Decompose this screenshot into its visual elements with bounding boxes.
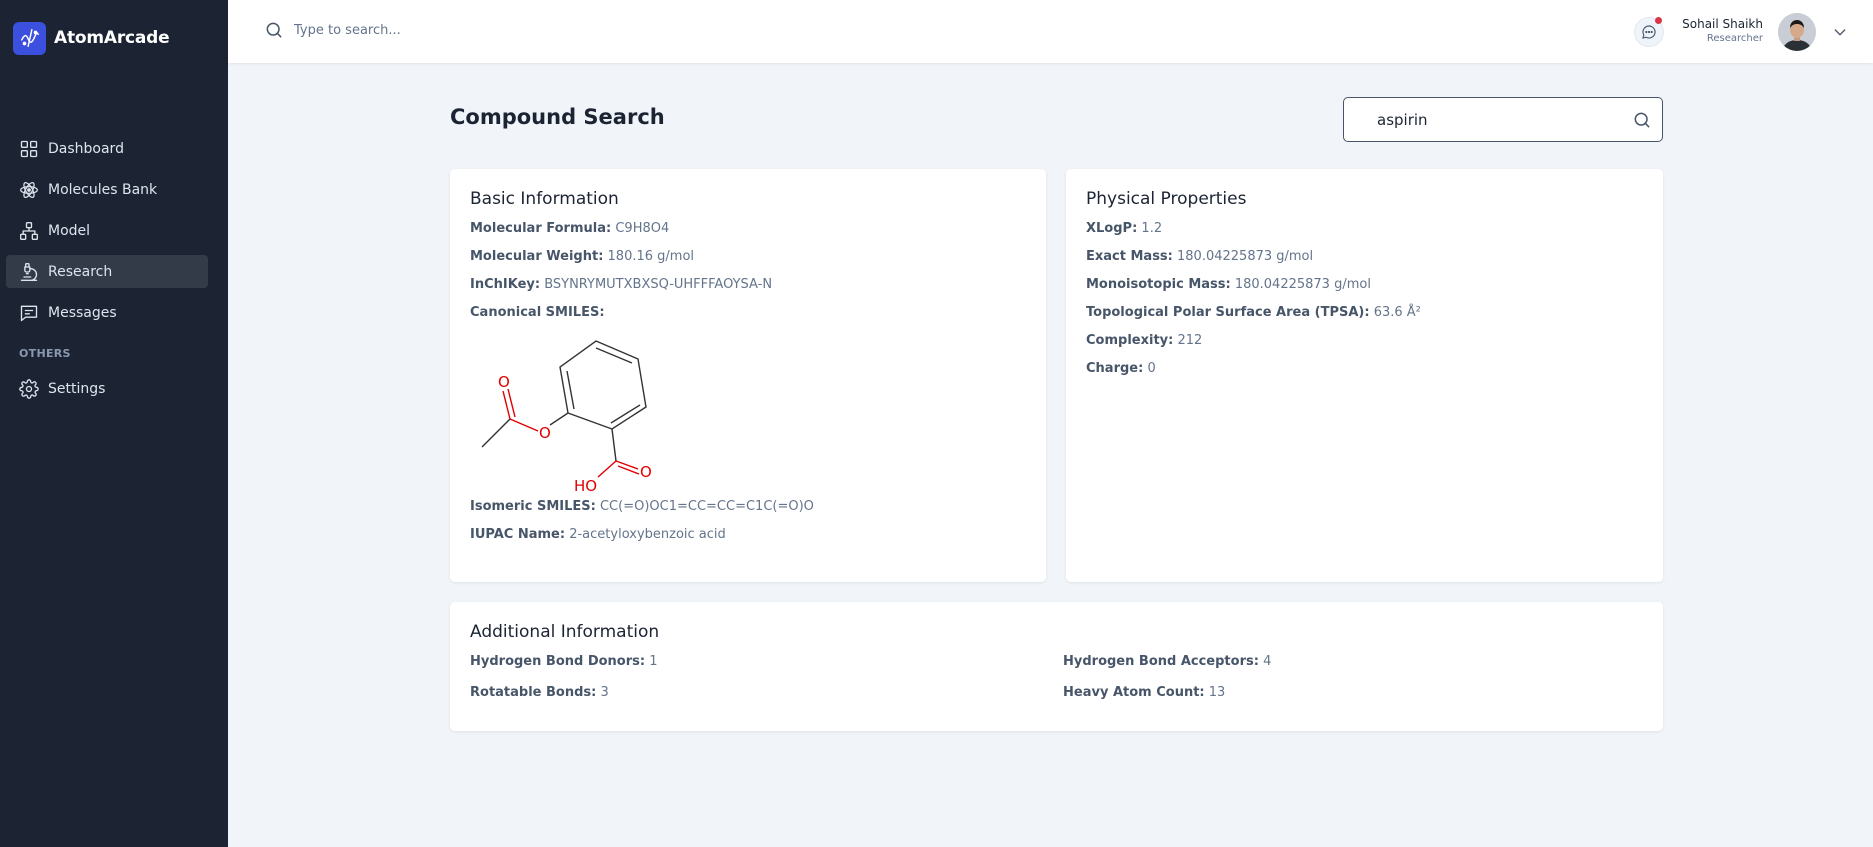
dashboard-icon: [20, 140, 38, 157]
field-label: Exact Mass:: [1086, 249, 1173, 264]
field-label: Monoisotopic Mass:: [1086, 277, 1231, 292]
card-title: Additional Information: [470, 622, 660, 642]
field-value: 180.04225873 g/mol: [1177, 249, 1314, 264]
chevron-down-icon[interactable]: [1832, 24, 1848, 40]
search-icon[interactable]: [264, 20, 284, 40]
isomeric-smiles-row: Isomeric SMILES: CC(=O)OC1=CC=CC=C1C(=O)…: [470, 499, 1026, 514]
additional-grid: Hydrogen Bond Donors: 1 Hydrogen Bond Ac…: [470, 654, 1643, 716]
user-name: Sohail Shaikh: [1682, 17, 1763, 31]
tpsa-row: Topological Polar Surface Area (TPSA): 6…: [1086, 305, 1643, 320]
field-value: 63.6 Å²: [1373, 305, 1421, 320]
sidebar-item-label: Research: [48, 263, 113, 280]
app-name: AtomArcade: [54, 28, 170, 48]
sidebar-item-model[interactable]: Model: [6, 214, 208, 247]
hbd-row: Hydrogen Bond Donors: 1: [470, 654, 1063, 669]
header-search: [264, 20, 594, 40]
notifications-button[interactable]: [1634, 17, 1664, 47]
field-value: 180.04225873 g/mol: [1234, 277, 1371, 292]
field-value: 212: [1177, 333, 1203, 348]
additional-information-card: Additional Information Hydrogen Bond Don…: [450, 602, 1663, 731]
field-value: 180.16 g/mol: [607, 249, 695, 264]
physical-properties-card: Physical Properties XLogP: 1.2 Exact Mas…: [1066, 169, 1663, 582]
nav-section-others: OTHERS: [19, 347, 71, 360]
field-label: Isomeric SMILES:: [470, 499, 596, 514]
sidebar-item-label: Settings: [48, 380, 106, 397]
app-logo[interactable]: AtomArcade: [13, 21, 170, 55]
hba-row: Hydrogen Bond Acceptors: 4: [1063, 654, 1623, 669]
user-info[interactable]: Sohail Shaikh Researcher: [1682, 17, 1763, 44]
compound-search: [1343, 97, 1663, 142]
card-title: Basic Information: [470, 189, 619, 209]
monoisotopic-mass-row: Monoisotopic Mass: 180.04225873 g/mol: [1086, 277, 1643, 292]
field-label: Hydrogen Bond Acceptors:: [1063, 654, 1259, 669]
avatar[interactable]: [1778, 13, 1816, 51]
sidebar-item-messages[interactable]: Messages: [6, 296, 208, 329]
microscope-icon: [20, 262, 38, 281]
complexity-row: Complexity: 212: [1086, 333, 1643, 348]
field-value: 2-acetyloxybenzoic acid: [569, 527, 726, 542]
canonical-smiles-row: Canonical SMILES:: [470, 305, 1026, 320]
search-icon[interactable]: [1632, 110, 1652, 130]
sidebar-item-label: Messages: [48, 304, 117, 321]
field-label: Heavy Atom Count:: [1063, 685, 1205, 700]
inchikey-row: InChIKey: BSYNRYMUTXBXSQ-UHFFFAOYSA-N: [470, 277, 1026, 292]
field-value: C9H8O4: [615, 221, 670, 236]
field-label: Complexity:: [1086, 333, 1174, 348]
notification-dot: [1655, 17, 1662, 24]
oxygen-label: O: [498, 373, 510, 391]
field-value: 3: [600, 685, 609, 700]
field-label: InChIKey:: [470, 277, 541, 292]
heavy-atom-count-row: Heavy Atom Count: 13: [1063, 685, 1623, 700]
atom-icon: [20, 181, 38, 198]
field-label: Topological Polar Surface Area (TPSA):: [1086, 305, 1370, 320]
molecular-formula-row: Molecular Formula: C9H8O4: [470, 221, 1026, 236]
sidebar-item-research[interactable]: Research: [6, 255, 208, 288]
field-label: Molecular Weight:: [470, 249, 604, 264]
sidebar-item-label: Molecules Bank: [48, 181, 158, 198]
field-value: 0: [1147, 361, 1156, 376]
sidebar: AtomArcade Dashboard Molecules Bank Mode…: [0, 0, 228, 847]
field-label: Charge:: [1086, 361, 1144, 376]
sidebar-item-label: Model: [48, 222, 91, 239]
basic-information-card: Basic Information Molecular Formula: C9H…: [450, 169, 1046, 582]
field-label: Molecular Formula:: [470, 221, 612, 236]
oxygen-label: O: [539, 424, 551, 442]
exact-mass-row: Exact Mass: 180.04225873 g/mol: [1086, 249, 1643, 264]
field-label: Rotatable Bonds:: [470, 685, 597, 700]
field-value: 1: [649, 654, 658, 669]
field-label: XLogP:: [1086, 221, 1138, 236]
sidebar-item-molecules-bank[interactable]: Molecules Bank: [6, 173, 208, 206]
sidebar-nav: Dashboard Molecules Bank Model Research …: [6, 132, 208, 413]
molecular-weight-row: Molecular Weight: 180.16 g/mol: [470, 249, 1026, 264]
field-value: 4: [1263, 654, 1272, 669]
field-label: Hydrogen Bond Donors:: [470, 654, 646, 669]
iupac-name-row: IUPAC Name: 2-acetyloxybenzoic acid: [470, 527, 1026, 542]
message-icon: [20, 305, 38, 321]
hydroxyl-label: HO: [574, 477, 597, 493]
header-search-input[interactable]: [294, 22, 594, 38]
xlogp-row: XLogP: 1.2: [1086, 221, 1643, 236]
card-title: Physical Properties: [1086, 189, 1247, 209]
charge-row: Charge: 0: [1086, 361, 1643, 376]
molecule-structure: O O O HO: [481, 340, 652, 493]
page-title: Compound Search: [450, 105, 665, 129]
oxygen-label: O: [640, 463, 652, 481]
sidebar-item-label: Dashboard: [48, 140, 124, 157]
sidebar-item-dashboard[interactable]: Dashboard: [6, 132, 208, 165]
rotatable-bonds-row: Rotatable Bonds: 3: [470, 685, 1063, 700]
hierarchy-icon: [20, 221, 38, 240]
top-header: Sohail Shaikh Researcher: [228, 0, 1873, 63]
field-label: IUPAC Name:: [470, 527, 566, 542]
chat-bubble-icon: [1642, 25, 1656, 39]
field-label: Canonical SMILES:: [470, 305, 605, 320]
field-value: 1.2: [1141, 221, 1163, 236]
compound-search-input[interactable]: [1377, 110, 1617, 129]
sidebar-item-settings[interactable]: Settings: [6, 372, 208, 405]
field-value: BSYNRYMUTXBXSQ-UHFFFAOYSA-N: [544, 277, 773, 292]
field-value: CC(=O)OC1=CC=CC=C1C(=O)O: [599, 499, 814, 514]
logo-icon: [13, 21, 46, 55]
gear-icon: [19, 378, 39, 399]
field-value: 13: [1208, 685, 1226, 700]
user-role: Researcher: [1706, 33, 1763, 44]
